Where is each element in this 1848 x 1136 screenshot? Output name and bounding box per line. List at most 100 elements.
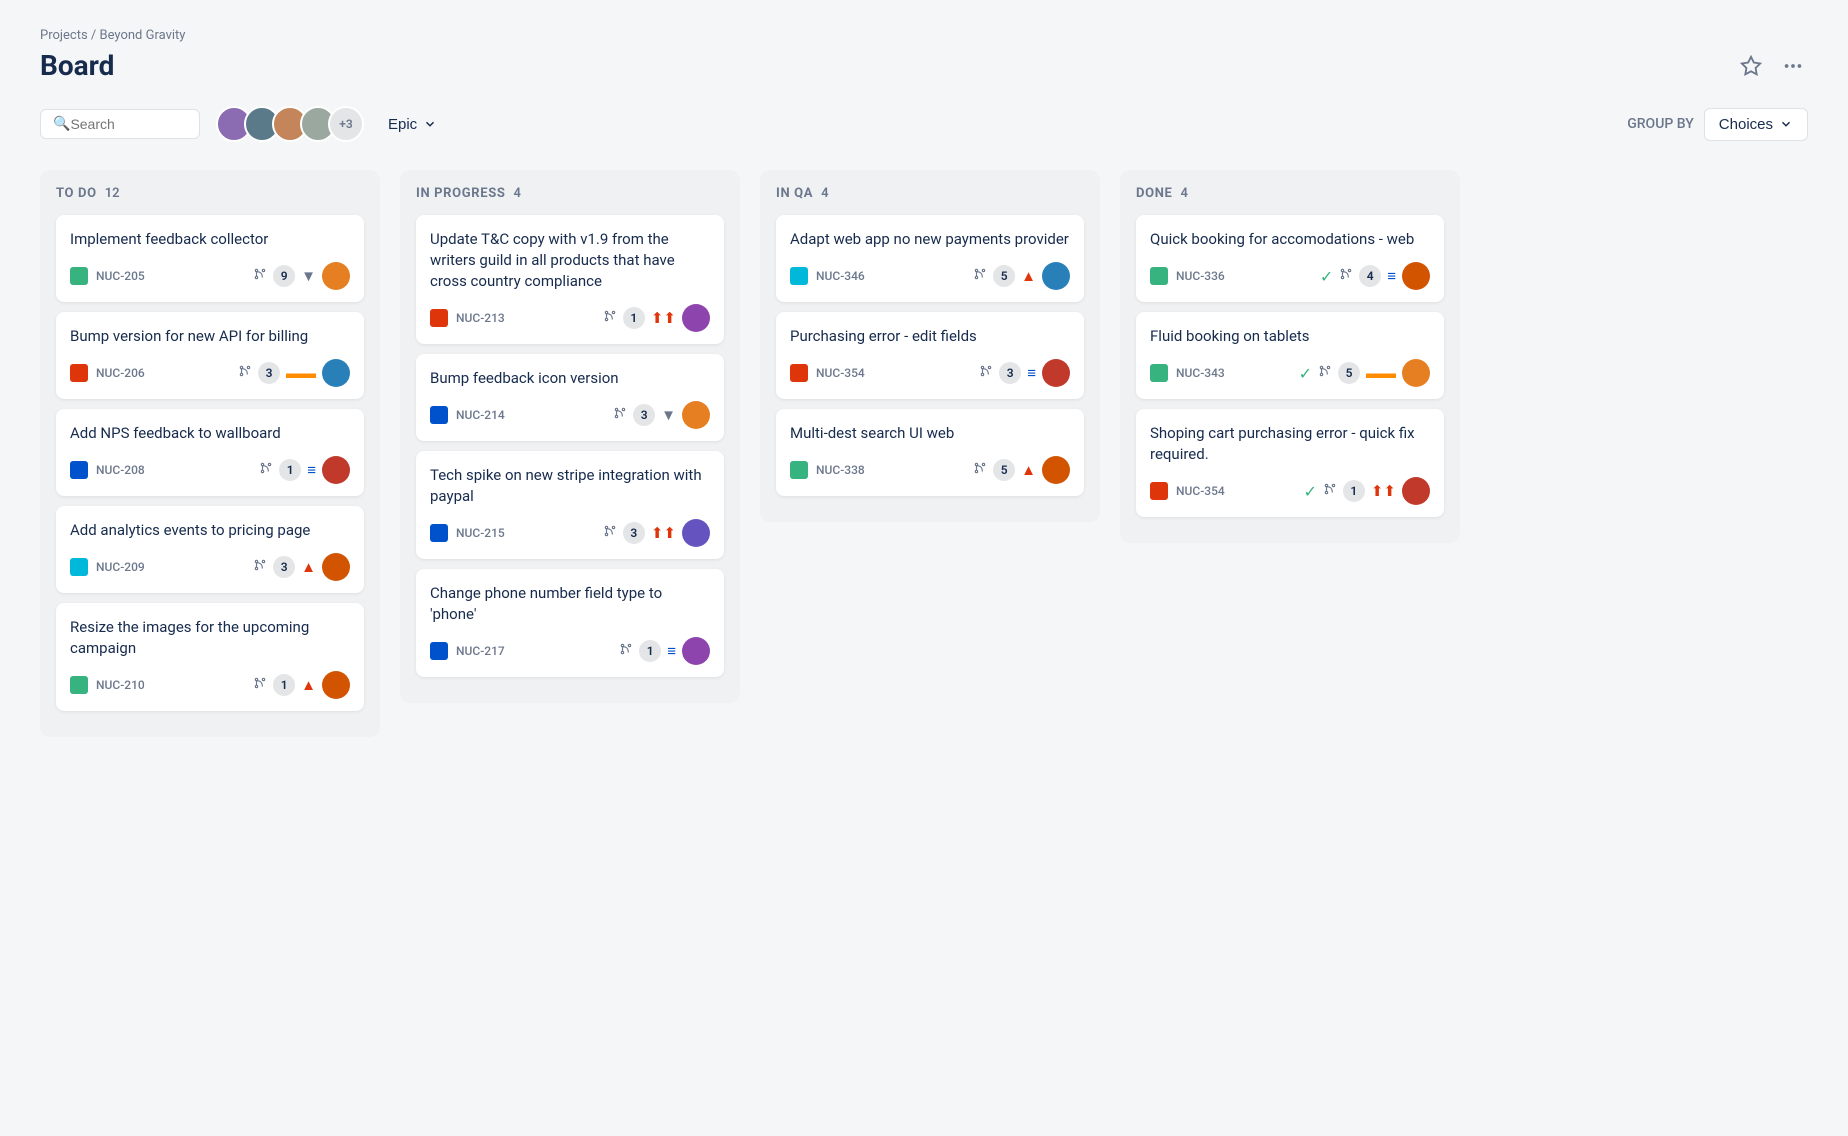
branch-icon xyxy=(973,461,987,479)
task-card[interactable]: Add NPS feedback to wallboard NUC-208 1≡ xyxy=(56,409,364,496)
card-meta-left: NUC-346 xyxy=(790,267,865,285)
branch-icon xyxy=(253,267,267,285)
branch-icon xyxy=(259,461,273,479)
ticket-type-icon xyxy=(1150,364,1168,382)
group-by-label: GROUP BY xyxy=(1627,116,1694,132)
card-meta-right: 1≡ xyxy=(619,637,710,665)
assignee-avatar xyxy=(682,304,710,332)
branch-count: 5 xyxy=(993,459,1015,481)
branch-icon xyxy=(1339,267,1353,285)
avatar-group: +3 xyxy=(216,106,364,142)
ticket-id: NUC-210 xyxy=(96,678,145,692)
more-button[interactable] xyxy=(1778,51,1808,81)
card-meta-left: NUC-217 xyxy=(430,642,505,660)
ticket-id: NUC-343 xyxy=(1176,366,1225,380)
assignee-avatar xyxy=(682,637,710,665)
ticket-type-icon xyxy=(70,267,88,285)
column-count: 4 xyxy=(514,186,521,201)
priority-icon: ⬆⬆ xyxy=(651,309,676,327)
search-icon: 🔍 xyxy=(53,116,70,132)
column-header: IN PROGRESS 4 xyxy=(416,186,724,201)
card-footer: NUC-2153⬆⬆ xyxy=(430,519,710,547)
card-title: Multi-dest search UI web xyxy=(790,423,1070,444)
task-card[interactable]: Purchasing error - edit fieldsNUC-3543≡ xyxy=(776,312,1084,399)
search-box[interactable]: 🔍 xyxy=(40,109,200,139)
priority-icon: ▼ xyxy=(301,267,316,285)
ticket-type-icon xyxy=(430,309,448,327)
star-button[interactable] xyxy=(1736,51,1766,81)
card-footer: NUC-338 5 ▲ xyxy=(790,456,1070,484)
card-meta-right: 3▬▬ xyxy=(238,359,350,387)
ticket-type-icon xyxy=(430,406,448,424)
card-meta-left: NUC-214 xyxy=(430,406,505,424)
card-title: Update T&C copy with v1.9 from the write… xyxy=(430,229,710,292)
epic-filter-button[interactable]: Epic xyxy=(380,110,445,139)
branch-count: 3 xyxy=(273,556,295,578)
branch-icon xyxy=(253,676,267,694)
branch-count: 1 xyxy=(639,640,661,662)
search-input[interactable] xyxy=(70,116,180,132)
card-meta-left: NUC-354 xyxy=(1150,482,1225,500)
card-meta-left: NUC-354 xyxy=(790,364,865,382)
card-title: Add NPS feedback to wallboard xyxy=(70,423,350,444)
check-icon: ✓ xyxy=(1320,267,1333,286)
ticket-id: NUC-208 xyxy=(96,463,145,477)
task-card[interactable]: Resize the images for the upcoming campa… xyxy=(56,603,364,711)
ticket-id: NUC-213 xyxy=(456,311,505,325)
title-row: Board xyxy=(40,49,1808,82)
card-footer: NUC-217 1≡ xyxy=(430,637,710,665)
column-count: 4 xyxy=(821,186,828,201)
avatar-extra[interactable]: +3 xyxy=(328,106,364,142)
task-card[interactable]: Bump version for new API for billingNUC-… xyxy=(56,312,364,399)
branch-icon xyxy=(603,524,617,542)
task-card[interactable]: Change phone number field type to 'phone… xyxy=(416,569,724,677)
assignee-avatar xyxy=(682,519,710,547)
assignee-avatar xyxy=(1042,359,1070,387)
task-card[interactable]: Shoping cart purchasing error - quick fi… xyxy=(1136,409,1444,517)
branch-count: 5 xyxy=(1338,362,1360,384)
assignee-avatar xyxy=(1402,359,1430,387)
branch-count: 5 xyxy=(993,265,1015,287)
task-card[interactable]: Adapt web app no new payments providerNU… xyxy=(776,215,1084,302)
assignee-avatar xyxy=(322,359,350,387)
card-meta-right: 1≡ xyxy=(259,456,350,484)
card-footer: NUC-3543≡ xyxy=(790,359,1070,387)
card-meta-left: NUC-215 xyxy=(430,524,505,542)
card-meta-right: ✓1⬆⬆ xyxy=(1303,477,1430,505)
task-card[interactable]: Multi-dest search UI web NUC-338 5 ▲ xyxy=(776,409,1084,496)
ticket-type-icon xyxy=(790,364,808,382)
assignee-avatar xyxy=(322,262,350,290)
task-card[interactable]: Fluid booking on tabletsNUC-343✓5▬▬ xyxy=(1136,312,1444,399)
card-footer: NUC-214 3▼ xyxy=(430,401,710,429)
check-icon: ✓ xyxy=(1299,364,1312,383)
branch-count: 1 xyxy=(273,674,295,696)
board: TO DO 12 Implement feedback collectorNUC… xyxy=(40,170,1808,737)
assignee-avatar xyxy=(1402,477,1430,505)
task-card[interactable]: Quick booking for accomodations - webNUC… xyxy=(1136,215,1444,302)
task-card[interactable]: Add analytics events to pricing pageNUC-… xyxy=(56,506,364,593)
ticket-id: NUC-346 xyxy=(816,269,865,283)
task-card[interactable]: Implement feedback collectorNUC-2059▼ xyxy=(56,215,364,302)
task-card[interactable]: Bump feedback icon versionNUC-2143▼ xyxy=(416,354,724,441)
card-meta-right: 9▼ xyxy=(253,262,350,290)
ticket-id: NUC-354 xyxy=(816,366,865,380)
epic-label: Epic xyxy=(388,116,417,133)
ticket-id: NUC-217 xyxy=(456,644,505,658)
toolbar-left: 🔍 +3 Epic xyxy=(40,106,445,142)
branch-count: 1 xyxy=(279,459,301,481)
card-title: Add analytics events to pricing page xyxy=(70,520,350,541)
card-meta-left: NUC-206 xyxy=(70,364,145,382)
choices-button[interactable]: Choices xyxy=(1704,108,1808,141)
branch-icon xyxy=(613,406,627,424)
priority-icon: ▲ xyxy=(1021,461,1036,479)
ticket-type-icon xyxy=(1150,482,1168,500)
branch-count: 3 xyxy=(623,522,645,544)
card-meta-left: NUC-213 xyxy=(430,309,505,327)
card-meta-left: NUC-338 xyxy=(790,461,865,479)
card-meta-right: 3▼ xyxy=(613,401,710,429)
card-title: Implement feedback collector xyxy=(70,229,350,250)
assignee-avatar xyxy=(1042,456,1070,484)
card-meta-right: 1▲ xyxy=(253,671,350,699)
task-card[interactable]: Update T&C copy with v1.9 from the write… xyxy=(416,215,724,344)
task-card[interactable]: Tech spike on new stripe integration wit… xyxy=(416,451,724,559)
